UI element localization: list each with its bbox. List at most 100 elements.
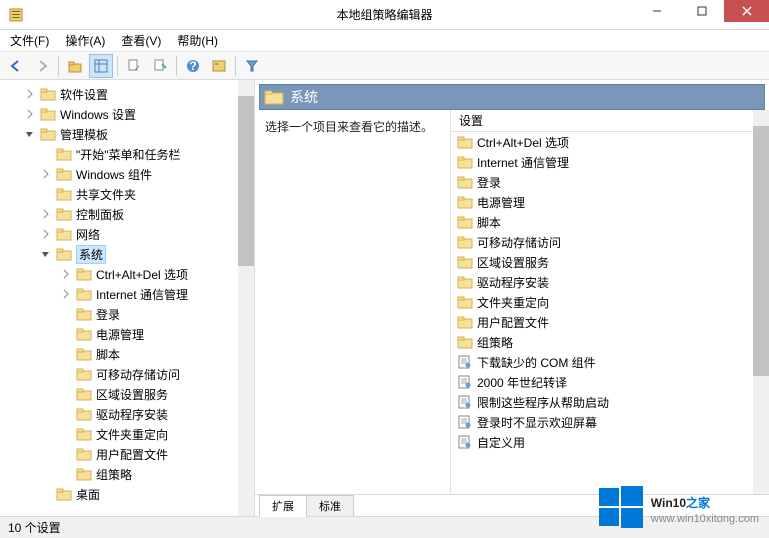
- toolbar-separator: [235, 56, 236, 76]
- list-item[interactable]: 登录时不显示欢迎屏幕: [451, 412, 769, 432]
- tree-item-label: 共享文件夹: [76, 186, 136, 203]
- minimize-button[interactable]: [634, 0, 679, 22]
- details-body: 选择一个项目来查看它的描述。 设置 Ctrl+Alt+Del 选项Interne…: [255, 110, 769, 494]
- tree-arrow-icon[interactable]: [40, 168, 52, 180]
- menu-action[interactable]: 操作(A): [59, 30, 111, 51]
- tab-extended[interactable]: 扩展: [259, 495, 307, 517]
- tree-arrow-icon[interactable]: [24, 128, 36, 140]
- tree-arrow-icon[interactable]: [40, 208, 52, 220]
- tree-scrollbar-thumb[interactable]: [238, 96, 254, 266]
- tree-item[interactable]: 文件夹重定向: [0, 424, 254, 444]
- window-title: 本地组策略编辑器: [336, 6, 432, 23]
- tree-item[interactable]: 脚本: [0, 344, 254, 364]
- tree-arrow-icon[interactable]: [24, 88, 36, 100]
- filter-button[interactable]: [240, 54, 264, 78]
- menu-file[interactable]: 文件(F): [4, 30, 55, 51]
- folder-icon: [76, 387, 92, 401]
- tree-item[interactable]: 网络: [0, 224, 254, 244]
- status-bar: 10 个设置: [0, 516, 769, 538]
- tree-item[interactable]: Internet 通信管理: [0, 284, 254, 304]
- tree-item[interactable]: 驱动程序安装: [0, 404, 254, 424]
- description-pane: 选择一个项目来查看它的描述。: [255, 110, 450, 494]
- list-item-label: 自定义用: [477, 434, 525, 451]
- back-button[interactable]: [4, 54, 28, 78]
- list-item[interactable]: 用户配置文件: [451, 312, 769, 332]
- list-item[interactable]: 2000 年世纪转译: [451, 372, 769, 392]
- list-item[interactable]: 自定义用: [451, 432, 769, 452]
- tree-item[interactable]: 软件设置: [0, 84, 254, 104]
- folder-icon: [76, 267, 92, 281]
- list-item-label: 文件夹重定向: [477, 294, 549, 311]
- list-item[interactable]: 文件夹重定向: [451, 292, 769, 312]
- tree-arrow-icon[interactable]: [24, 108, 36, 120]
- menu-view[interactable]: 查看(V): [115, 30, 167, 51]
- list-column-header[interactable]: 设置: [451, 110, 769, 132]
- list-item[interactable]: 脚本: [451, 212, 769, 232]
- list-item[interactable]: 可移动存储访问: [451, 232, 769, 252]
- folder-icon: [56, 207, 72, 221]
- tree-item-label: 网络: [76, 226, 100, 243]
- tree-arrow-icon[interactable]: [60, 268, 72, 280]
- tree-item[interactable]: 组策略: [0, 464, 254, 484]
- toolbar-separator: [117, 56, 118, 76]
- tree-item-label: 驱动程序安装: [96, 406, 168, 423]
- folder-icon: [56, 247, 72, 261]
- details-header-label: 系统: [290, 87, 318, 107]
- tree-item[interactable]: 共享文件夹: [0, 184, 254, 204]
- menu-help[interactable]: 帮助(H): [171, 30, 224, 51]
- tree-item[interactable]: 登录: [0, 304, 254, 324]
- tree-item-label: 桌面: [76, 486, 100, 503]
- list-item[interactable]: 驱动程序安装: [451, 272, 769, 292]
- refresh-button[interactable]: [122, 54, 146, 78]
- list-item-label: 登录时不显示欢迎屏幕: [477, 414, 597, 431]
- folder-icon: [457, 155, 473, 169]
- tree-item[interactable]: 可移动存储访问: [0, 364, 254, 384]
- folder-icon: [457, 255, 473, 269]
- tab-standard[interactable]: 标准: [306, 495, 354, 516]
- list-scrollbar-thumb[interactable]: [753, 126, 769, 376]
- tree-item[interactable]: 用户配置文件: [0, 444, 254, 464]
- tree-spacer: [60, 388, 72, 400]
- tree-item[interactable]: 电源管理: [0, 324, 254, 344]
- tree-arrow-icon[interactable]: [40, 228, 52, 240]
- folder-icon: [56, 227, 72, 241]
- list-item-label: 下载缺少的 COM 组件: [477, 354, 596, 371]
- tree-arrow-icon[interactable]: [40, 248, 52, 260]
- tree-spacer: [60, 328, 72, 340]
- list-item[interactable]: 登录: [451, 172, 769, 192]
- list-item[interactable]: 区域设置服务: [451, 252, 769, 272]
- list-item[interactable]: 组策略: [451, 332, 769, 352]
- list-item[interactable]: Internet 通信管理: [451, 152, 769, 172]
- tree-item[interactable]: 桌面: [0, 484, 254, 504]
- tree-arrow-icon[interactable]: [60, 288, 72, 300]
- view-button[interactable]: [207, 54, 231, 78]
- help-button[interactable]: ?: [181, 54, 205, 78]
- tree-item[interactable]: 控制面板: [0, 204, 254, 224]
- list-view-button[interactable]: [89, 54, 113, 78]
- tree-item[interactable]: Windows 设置: [0, 104, 254, 124]
- list-item-label: 2000 年世纪转译: [477, 374, 567, 391]
- maximize-button[interactable]: [679, 0, 724, 22]
- toolbar-separator: [58, 56, 59, 76]
- toolbar-separator: [176, 56, 177, 76]
- tree-pane[interactable]: 软件设置Windows 设置管理模板"开始"菜单和任务栏Windows 组件共享…: [0, 80, 255, 516]
- tree-item[interactable]: 管理模板: [0, 124, 254, 144]
- close-button[interactable]: [724, 0, 769, 22]
- tree-item[interactable]: 系统: [0, 244, 254, 264]
- folder-icon: [457, 295, 473, 309]
- folder-icon: [76, 407, 92, 421]
- forward-button[interactable]: [30, 54, 54, 78]
- tree-item-label: 软件设置: [60, 86, 108, 103]
- list-item[interactable]: 电源管理: [451, 192, 769, 212]
- list-item[interactable]: 限制这些程序从帮助启动: [451, 392, 769, 412]
- tree-item[interactable]: Ctrl+Alt+Del 选项: [0, 264, 254, 284]
- folder-icon: [40, 107, 56, 121]
- tree-item[interactable]: 区域设置服务: [0, 384, 254, 404]
- list-item[interactable]: Ctrl+Alt+Del 选项: [451, 132, 769, 152]
- list-item[interactable]: 下载缺少的 COM 组件: [451, 352, 769, 372]
- up-button[interactable]: [63, 54, 87, 78]
- export-button[interactable]: [148, 54, 172, 78]
- tree-item[interactable]: "开始"菜单和任务栏: [0, 144, 254, 164]
- tree-item[interactable]: Windows 组件: [0, 164, 254, 184]
- window-controls: [634, 0, 769, 22]
